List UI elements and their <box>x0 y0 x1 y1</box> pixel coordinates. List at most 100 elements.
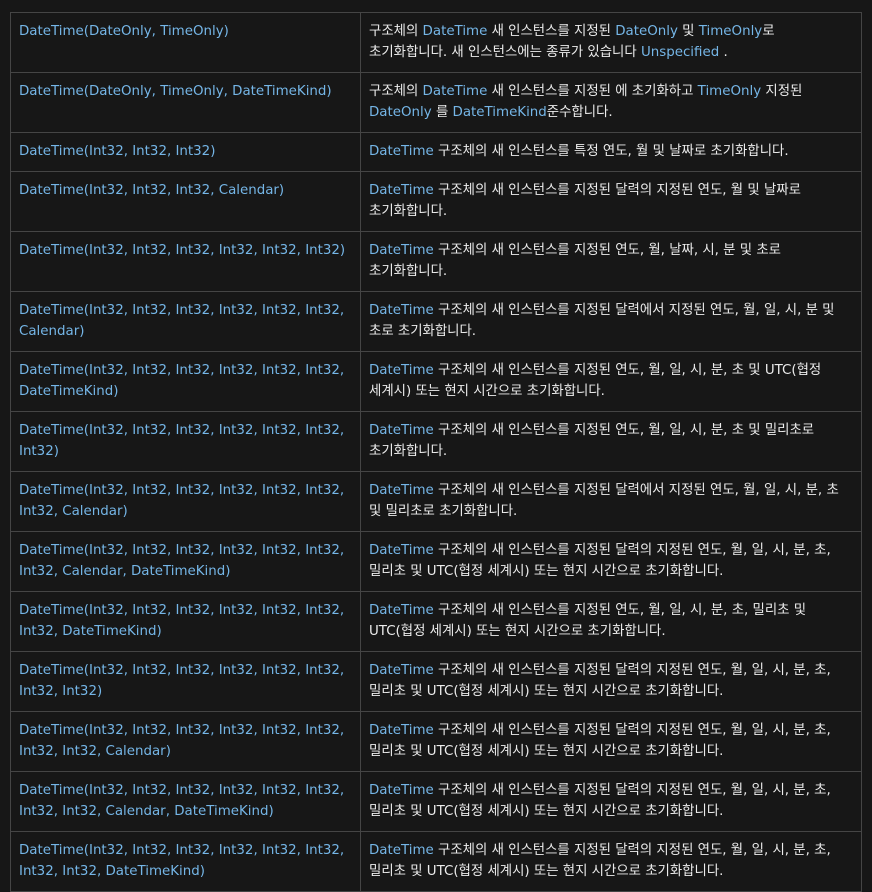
table-row: DateTime(DateOnly, TimeOnly) 구조체의 DateTim… <box>10 12 862 73</box>
constructor-link[interactable]: DateTime(Int32, Int32, Int32, Int32, Int… <box>19 843 344 879</box>
constructor-cell: DateTime(Int32, Int32, Int32, Int32, Int… <box>10 291 361 352</box>
description-text: 새 인스턴스를 지정된 <box>487 24 616 39</box>
table-row: DateTime(Int32, Int32, Int32, Int32, Int… <box>10 771 862 832</box>
description-cell: DateTime 구조체의 새 인스턴스를 지정된 달력에서 지정된 연도, 월… <box>360 291 862 352</box>
description-text: . <box>719 45 728 60</box>
constructors-table-container: DateTime(DateOnly, TimeOnly) 구조체의 DateTim… <box>10 12 862 892</box>
description-cell: DateTime 구조체의 새 인스턴스를 지정된 연도, 월, 일, 시, 분… <box>360 351 862 412</box>
description-text: 준수합니다. <box>546 105 613 120</box>
description-cell: 구조체의 DateTime 새 인스턴스를 지정된 DateOnly 및 Tim… <box>360 12 862 73</box>
description-cell: DateTime 구조체의 새 인스턴스를 지정된 달력에서 지정된 연도, 월… <box>360 471 862 532</box>
constructor-cell: DateTime(Int32, Int32, Int32, Int32, Int… <box>10 411 361 472</box>
type-link[interactable]: Unspecified <box>641 45 719 60</box>
type-link[interactable]: DateOnly <box>369 105 432 120</box>
constructor-cell: DateTime(Int32, Int32, Int32, Int32, Int… <box>10 591 361 652</box>
type-link[interactable]: DateTime <box>369 843 434 858</box>
type-link[interactable]: DateTime <box>369 783 434 798</box>
table-row: DateTime(Int32, Int32, Int32, Int32, Int… <box>10 531 862 592</box>
description-text: 구조체의 <box>369 84 423 99</box>
type-link[interactable]: DateTime <box>423 24 488 39</box>
constructor-link[interactable]: DateTime(Int32, Int32, Int32, Int32, Int… <box>19 243 345 258</box>
constructor-link[interactable]: DateTime(Int32, Int32, Int32) <box>19 144 215 159</box>
description-text: 구조체의 새 인스턴스를 지정된 연도, 월, 일, 시, 분, 초 및 UTC… <box>369 363 822 399</box>
description-text: 새 인스턴스를 지정된 에 초기화하고 <box>487 84 698 99</box>
description-text: 구조체의 새 인스턴스를 지정된 연도, 월, 일, 시, 분, 초, 밀리초 … <box>369 603 807 639</box>
type-link[interactable]: DateTime <box>369 663 434 678</box>
type-link[interactable]: DateTime <box>369 303 434 318</box>
constructor-cell: DateTime(Int32, Int32, Int32, Int32, Int… <box>10 471 361 532</box>
type-link[interactable]: TimeOnly <box>699 24 762 39</box>
table-row: DateTime(Int32, Int32, Int32, Int32, Int… <box>10 711 862 772</box>
description-text: 구조체의 새 인스턴스를 지정된 달력의 지정된 연도, 월, 일, 시, 분,… <box>369 783 831 819</box>
description-text: 구조체의 새 인스턴스를 특정 연도, 월 및 날짜로 초기화합니다. <box>433 144 789 159</box>
description-text: 구조체의 <box>369 24 423 39</box>
description-text: 및 <box>677 24 699 39</box>
type-link[interactable]: TimeOnly <box>698 84 761 99</box>
description-text: 지정된 <box>761 84 803 99</box>
description-cell: DateTime 구조체의 새 인스턴스를 지정된 연도, 월, 날짜, 시, … <box>360 231 862 292</box>
constructor-cell: DateTime(Int32, Int32, Int32) <box>10 132 361 172</box>
description-text: 구조체의 새 인스턴스를 지정된 연도, 월, 일, 시, 분, 초 및 밀리초… <box>369 423 815 459</box>
constructor-link[interactable]: DateTime(Int32, Int32, Int32, Int32, Int… <box>19 363 344 399</box>
constructor-link[interactable]: DateTime(Int32, Int32, Int32, Int32, Int… <box>19 483 344 519</box>
description-cell: DateTime 구조체의 새 인스턴스를 지정된 달력의 지정된 연도, 월,… <box>360 531 862 592</box>
table-row: DateTime(Int32, Int32, Int32, Calendar) D… <box>10 171 862 232</box>
table-row: DateTime(Int32, Int32, Int32, Int32, Int… <box>10 351 862 412</box>
constructor-cell: DateTime(Int32, Int32, Int32, Int32, Int… <box>10 351 361 412</box>
description-text: 구조체의 새 인스턴스를 지정된 달력의 지정된 연도, 월, 일, 시, 분,… <box>369 663 831 699</box>
type-link[interactable]: DateTime <box>369 363 434 378</box>
description-text: 구조체의 새 인스턴스를 지정된 달력의 지정된 연도, 월 및 날짜로 초기화… <box>369 183 801 219</box>
constructor-cell: DateTime(Int32, Int32, Int32, Int32, Int… <box>10 711 361 772</box>
constructor-cell: DateTime(Int32, Int32, Int32, Int32, Int… <box>10 771 361 832</box>
constructor-cell: DateTime(Int32, Int32, Int32, Int32, Int… <box>10 231 361 292</box>
constructor-link[interactable]: DateTime(Int32, Int32, Int32, Int32, Int… <box>19 723 344 759</box>
type-link[interactable]: DateTime <box>369 243 434 258</box>
table-row: DateTime(Int32, Int32, Int32, Int32, Int… <box>10 651 862 712</box>
constructor-cell: DateTime(DateOnly, TimeOnly) <box>10 12 361 73</box>
constructor-link[interactable]: DateTime(Int32, Int32, Int32, Calendar) <box>19 183 284 198</box>
constructor-link[interactable]: DateTime(Int32, Int32, Int32, Int32, Int… <box>19 603 344 639</box>
constructor-link[interactable]: DateTime(DateOnly, TimeOnly, DateTimeKin… <box>19 84 332 99</box>
constructor-link[interactable]: DateTime(Int32, Int32, Int32, Int32, Int… <box>19 783 344 819</box>
type-link[interactable]: DateTime <box>369 423 434 438</box>
constructor-link[interactable]: DateTime(Int32, Int32, Int32, Int32, Int… <box>19 543 344 579</box>
constructor-link[interactable]: DateTime(Int32, Int32, Int32, Int32, Int… <box>19 423 344 459</box>
description-cell: DateTime 구조체의 새 인스턴스를 지정된 달력의 지정된 연도, 월 … <box>360 171 862 232</box>
constructor-link[interactable]: DateTime(Int32, Int32, Int32, Int32, Int… <box>19 663 344 699</box>
table-row: DateTime(Int32, Int32, Int32, Int32, Int… <box>10 471 862 532</box>
table-row: DateTime(Int32, Int32, Int32, Int32, Int… <box>10 231 862 292</box>
description-text: 구조체의 새 인스턴스를 지정된 달력의 지정된 연도, 월, 일, 시, 분,… <box>369 543 831 579</box>
description-cell: DateTime 구조체의 새 인스턴스를 지정된 달력의 지정된 연도, 월,… <box>360 651 862 712</box>
description-text: 구조체의 새 인스턴스를 지정된 달력의 지정된 연도, 월, 일, 시, 분,… <box>369 723 831 759</box>
description-cell: DateTime 구조체의 새 인스턴스를 지정된 달력의 지정된 연도, 월,… <box>360 771 862 832</box>
constructor-cell: DateTime(Int32, Int32, Int32, Int32, Int… <box>10 831 361 892</box>
constructor-cell: DateTime(Int32, Int32, Int32, Int32, Int… <box>10 531 361 592</box>
description-cell: DateTime 구조체의 새 인스턴스를 지정된 연도, 월, 일, 시, 분… <box>360 591 862 652</box>
type-link[interactable]: DateOnly <box>615 24 678 39</box>
table-row: DateTime(Int32, Int32, Int32, Int32, Int… <box>10 411 862 472</box>
constructors-table-body: DateTime(DateOnly, TimeOnly) 구조체의 DateTim… <box>10 12 862 892</box>
type-link[interactable]: DateTime <box>369 144 434 159</box>
constructor-cell: DateTime(Int32, Int32, Int32, Calendar) <box>10 171 361 232</box>
description-text: 를 <box>431 105 453 120</box>
description-cell: DateTime 구조체의 새 인스턴스를 특정 연도, 월 및 날짜로 초기화… <box>360 132 862 172</box>
type-link[interactable]: DateTime <box>423 84 488 99</box>
type-link[interactable]: DateTime <box>369 183 434 198</box>
type-link[interactable]: DateTimeKind <box>453 105 547 120</box>
description-text: 구조체의 새 인스턴스를 지정된 달력의 지정된 연도, 월, 일, 시, 분,… <box>369 843 831 879</box>
description-cell: DateTime 구조체의 새 인스턴스를 지정된 연도, 월, 일, 시, 분… <box>360 411 862 472</box>
constructor-link[interactable]: DateTime(Int32, Int32, Int32, Int32, Int… <box>19 303 344 339</box>
constructor-cell: DateTime(DateOnly, TimeOnly, DateTimeKin… <box>10 72 361 133</box>
description-cell: DateTime 구조체의 새 인스턴스를 지정된 달력의 지정된 연도, 월,… <box>360 831 862 892</box>
constructors-table: DateTime(DateOnly, TimeOnly) 구조체의 DateTim… <box>10 12 862 892</box>
type-link[interactable]: DateTime <box>369 483 434 498</box>
table-row: DateTime(DateOnly, TimeOnly, DateTimeKin… <box>10 72 862 133</box>
table-row: DateTime(Int32, Int32, Int32, Int32, Int… <box>10 831 862 892</box>
type-link[interactable]: DateTime <box>369 603 434 618</box>
description-text: 구조체의 새 인스턴스를 지정된 달력에서 지정된 연도, 월, 일, 시, 분… <box>369 483 839 519</box>
constructor-link[interactable]: DateTime(DateOnly, TimeOnly) <box>19 24 229 39</box>
table-row: DateTime(Int32, Int32, Int32, Int32, Int… <box>10 291 862 352</box>
type-link[interactable]: DateTime <box>369 543 434 558</box>
type-link[interactable]: DateTime <box>369 723 434 738</box>
description-cell: DateTime 구조체의 새 인스턴스를 지정된 달력의 지정된 연도, 월,… <box>360 711 862 772</box>
